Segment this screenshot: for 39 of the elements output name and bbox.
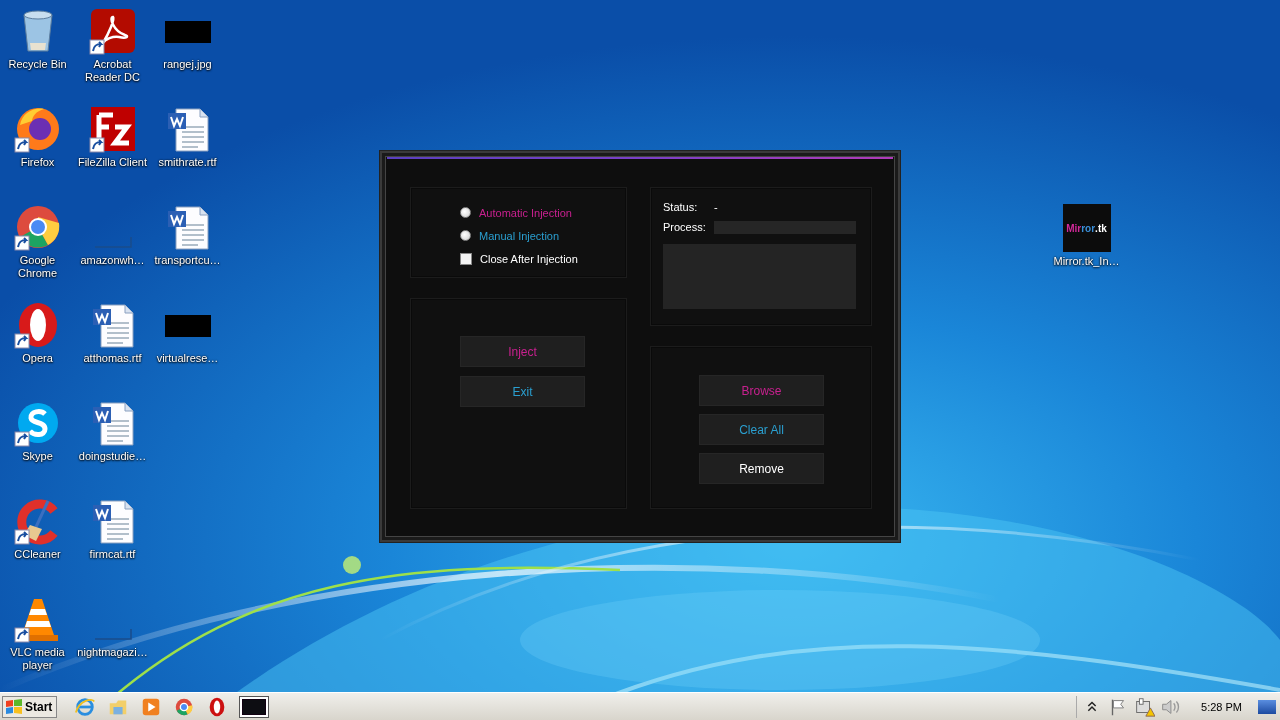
desktop-icon-label[interactable]: Opera <box>0 352 75 365</box>
desktop-icon-label[interactable]: Google Chrome <box>0 254 75 280</box>
network-warning-icon[interactable] <box>1133 695 1156 718</box>
desktop-icon-label[interactable]: VLC media player <box>0 646 75 672</box>
action-button[interactable]: Clear All <box>699 414 824 445</box>
desktop-icon-label[interactable]: Firefox <box>0 156 75 169</box>
option-label: Close After Injection <box>480 252 578 265</box>
desktop-icon-label[interactable]: nightmagazi… <box>75 646 150 659</box>
windows-logo-icon <box>5 698 23 715</box>
option-label: Automatic Injection <box>479 206 572 219</box>
desktop-icon-label[interactable]: atthomas.rtf <box>75 352 150 365</box>
taskbar-window-button[interactable] <box>239 695 270 718</box>
desktop-icon-label[interactable]: doingstudie… <box>75 450 150 463</box>
desktop-icon-label[interactable]: CCleaner <box>0 548 75 561</box>
desktop-icon-label[interactable]: FileZilla Client <box>75 156 150 169</box>
checkbox[interactable] <box>460 252 472 265</box>
action-button[interactable]: Remove <box>699 453 824 484</box>
desktop-icon-label[interactable]: smithrate.rtf <box>150 156 225 169</box>
desktop-icon-label[interactable]: Recycle Bin <box>0 58 75 71</box>
desktop-icon-label[interactable]: transportcu… <box>150 254 225 267</box>
process-label: Process: <box>663 221 707 233</box>
desktop-icon-label[interactable]: amazonwh… <box>75 254 150 267</box>
show-desktop-button[interactable] <box>1258 699 1276 714</box>
start-button[interactable]: Start <box>2 695 58 718</box>
radio-button[interactable] <box>460 230 471 241</box>
status-value: - <box>714 201 718 213</box>
internet-explorer-icon[interactable] <box>74 695 97 718</box>
radio-button[interactable] <box>460 207 471 218</box>
desktop-icon-label[interactable]: firmcat.rtf <box>75 548 150 561</box>
desktop-icon-label[interactable]: Acrobat Reader DC <box>75 58 150 84</box>
desktop-icon-label[interactable]: rangej.jpg <box>150 58 225 71</box>
status-label: Status: <box>663 201 699 213</box>
clock[interactable]: 5:28 PM <box>1201 700 1242 713</box>
desktop-icon-label[interactable]: virtualrese… <box>150 352 225 365</box>
desktop-icon-label[interactable]: Skype <box>0 450 75 463</box>
option-label: Manual Injection <box>479 229 560 242</box>
desktop-icon-label[interactable]: Mirror.tk_In… <box>1049 255 1124 268</box>
action-button[interactable]: Exit <box>460 376 585 407</box>
app-logo-icon: Mirror.tk <box>1062 204 1111 252</box>
